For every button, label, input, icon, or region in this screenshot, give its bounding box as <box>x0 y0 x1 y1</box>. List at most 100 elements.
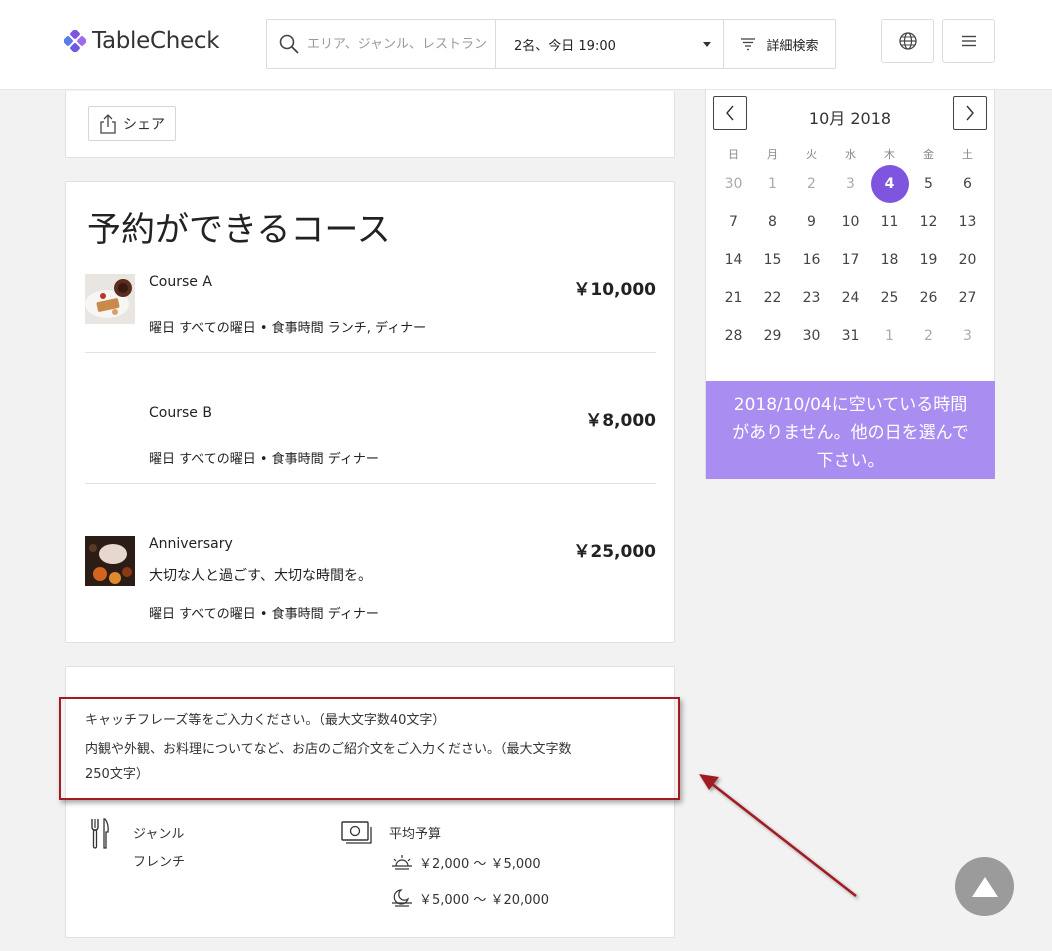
calendar-day[interactable]: 20 <box>948 241 987 279</box>
calendar-day-number: 23 <box>802 290 821 306</box>
calendar-day[interactable]: 28 <box>714 317 753 355</box>
calendar-widget: 10月 2018 日月火水木金土 30 1 2 3 4 5 6 7 8 9 10 11 12 13 14 15… <box>705 90 995 479</box>
calendar-day[interactable]: 6 <box>948 165 987 203</box>
calendar-day-number: 10 <box>841 214 860 230</box>
calendar-day-number: 8 <box>768 214 777 230</box>
weekday-label: 水 <box>845 148 856 161</box>
scroll-to-top-button[interactable] <box>955 857 1014 916</box>
course-name: Course B <box>149 405 212 421</box>
calendar-day[interactable]: 16 <box>792 241 831 279</box>
calendar-day[interactable]: 30 <box>714 165 753 203</box>
money-icon <box>341 821 372 844</box>
calendar-day-number: 2 <box>807 176 816 192</box>
weekday-label: 火 <box>806 148 817 161</box>
calendar-month-label: 10月 2018 <box>808 109 892 128</box>
course-a-photo <box>85 274 135 324</box>
annotation-highlight-box <box>59 697 680 800</box>
calendar-day[interactable]: 18 <box>870 241 909 279</box>
genre-label: ジャンル <box>133 827 185 842</box>
search-field[interactable] <box>267 20 496 68</box>
share-icon <box>100 113 116 134</box>
language-button[interactable] <box>881 19 934 63</box>
calendar-day-number: 18 <box>880 252 899 268</box>
calendar-day-number: 7 <box>729 214 738 230</box>
calendar-day-number: 3 <box>846 176 855 192</box>
anniversary-photo <box>85 536 135 586</box>
calendar-week-row: 14 15 16 17 18 19 20 <box>714 241 987 279</box>
calendar-day[interactable]: 13 <box>948 203 987 241</box>
tablecheck-logo-icon <box>64 30 86 52</box>
share-button[interactable]: シェア <box>88 106 176 141</box>
search-input[interactable] <box>307 36 487 52</box>
hamburger-menu-icon <box>961 35 976 47</box>
party-date-select[interactable]: 2名、今日 19:00 <box>496 20 724 68</box>
weekday-label: 日 <box>728 148 739 161</box>
calendar-day[interactable]: 15 <box>753 241 792 279</box>
course-divider <box>85 352 656 353</box>
calendar-day[interactable]: 9 <box>792 203 831 241</box>
course-item[interactable]: Course B ￥8,000 曜日 すべての曜日 • 食事時間 ディナー <box>85 405 656 467</box>
calendar-day[interactable]: 7 <box>714 203 753 241</box>
calendar-day[interactable]: 19 <box>909 241 948 279</box>
calendar-day[interactable]: 2 <box>792 165 831 203</box>
calendar-day-number: 6 <box>963 176 972 192</box>
calendar-day[interactable]: 14 <box>714 241 753 279</box>
calendar-week-row: 30 1 2 3 4 5 6 <box>714 165 987 203</box>
calendar-day-selected[interactable]: 4 <box>870 165 909 203</box>
calendar-day-number: 20 <box>958 252 977 268</box>
availability-message: 2018/10/04に空いている時間がありません。他の日を選んで下さい。 <box>706 381 995 479</box>
calendar-day-number: 31 <box>841 328 860 344</box>
search-icon <box>279 34 299 54</box>
calendar-day[interactable]: 2 <box>909 317 948 355</box>
courses-card: 予約ができるコース Course A ￥10,000 曜日 すべての曜日 • 食… <box>65 181 675 643</box>
budget-dinner-value: ￥5,000 ～ ￥20,000 <box>419 892 549 908</box>
course-item[interactable]: Course A ￥10,000 曜日 すべての曜日 • 食事時間 ランチ, デ… <box>85 274 656 336</box>
course-price: ￥25,000 <box>573 542 656 562</box>
course-name: Course A <box>149 274 212 290</box>
calendar-day[interactable]: 24 <box>831 279 870 317</box>
calendar-day-number: 3 <box>963 328 972 344</box>
calendar-day-number: 1 <box>768 176 777 192</box>
calendar-day[interactable]: 25 <box>870 279 909 317</box>
course-item[interactable]: Anniversary ￥25,000 大切な人と過ごす、大切な時間を。 曜日 … <box>85 536 656 626</box>
calendar-day[interactable]: 27 <box>948 279 987 317</box>
weekday-label: 月 <box>767 148 778 161</box>
calendar-week-row: 21 22 23 24 25 26 27 <box>714 279 987 317</box>
course-price: ￥10,000 <box>573 280 656 300</box>
calendar-day[interactable]: 29 <box>753 317 792 355</box>
calendar-day-number: 24 <box>841 290 860 306</box>
calendar-day[interactable]: 23 <box>792 279 831 317</box>
logo[interactable]: TableCheck <box>64 28 220 54</box>
calendar-day[interactable]: 21 <box>714 279 753 317</box>
calendar-day[interactable]: 8 <box>753 203 792 241</box>
calendar-day[interactable]: 26 <box>909 279 948 317</box>
course-meta: 曜日 すべての曜日 • 食事時間 ディナー <box>149 452 379 467</box>
menu-button[interactable] <box>942 19 995 63</box>
calendar-day[interactable]: 11 <box>870 203 909 241</box>
course-meta: 曜日 すべての曜日 • 食事時間 ランチ, ディナー <box>149 321 427 336</box>
budget-lunch: ￥2,000 ～ ￥5,000 <box>391 853 541 872</box>
calendar-day[interactable]: 1 <box>870 317 909 355</box>
calendar-day[interactable]: 22 <box>753 279 792 317</box>
calendar-day[interactable]: 3 <box>831 165 870 203</box>
calendar-day[interactable]: 5 <box>909 165 948 203</box>
course-divider <box>85 483 656 484</box>
search-bar: 2名、今日 19:00 詳細検索 <box>266 19 836 69</box>
calendar-day[interactable]: 31 <box>831 317 870 355</box>
share-card: シェア <box>65 91 675 158</box>
advanced-search-label: 詳細検索 <box>766 38 819 54</box>
course-price: ￥8,000 <box>585 411 656 431</box>
calendar-day[interactable]: 10 <box>831 203 870 241</box>
next-month-button[interactable] <box>953 96 987 130</box>
advanced-search-button[interactable]: 詳細検索 <box>724 20 835 68</box>
calendar-day[interactable]: 3 <box>948 317 987 355</box>
calendar-day[interactable]: 17 <box>831 241 870 279</box>
calendar-day-number: 4 <box>870 165 909 203</box>
calendar-day[interactable]: 1 <box>753 165 792 203</box>
sun-icon <box>392 854 412 870</box>
calendar-day[interactable]: 12 <box>909 203 948 241</box>
calendar-day[interactable]: 30 <box>792 317 831 355</box>
weekday-header-row: 日月火水木金土 <box>714 143 987 165</box>
courses-title: 予約ができるコース <box>87 210 391 250</box>
chevron-down-icon <box>703 41 711 47</box>
